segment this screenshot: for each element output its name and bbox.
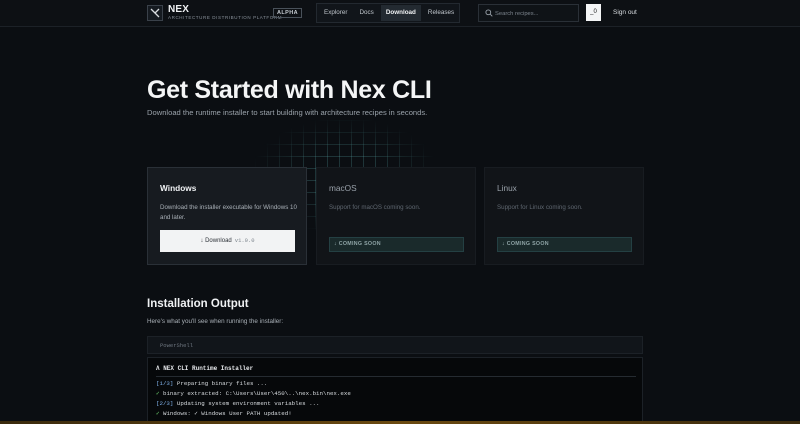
terminal-line: ✓ binary extracted: C:\Users\User\450\..… — [156, 390, 351, 397]
terminal-header: Λ NEX CLI Runtime Installer — [156, 365, 254, 372]
card-description: Download the installer executable for Wi… — [160, 204, 297, 221]
nav-explorer[interactable]: Explorer — [319, 5, 352, 21]
terminal-tab-bar: PowerShell — [147, 336, 643, 354]
sign-out-link[interactable]: Sign out — [613, 9, 637, 16]
terminal-output: Λ NEX CLI Runtime Installer [1/3] Prepar… — [147, 357, 643, 424]
nav-download[interactable]: Download — [380, 5, 421, 21]
search-icon — [485, 9, 493, 17]
card-description: Support for macOS coming soon. — [329, 204, 421, 211]
download-windows-button[interactable]: ↓ Download v1.0.0 — [160, 230, 295, 252]
page-subtitle: Download the runtime installer to start … — [147, 108, 428, 117]
main-nav: Explorer Docs Download Releases — [316, 3, 460, 23]
download-button-label: ↓ Download — [200, 238, 232, 244]
terminal-line: [1/3] Preparing binary files ... — [156, 380, 268, 387]
nav-releases[interactable]: Releases — [423, 5, 459, 21]
top-bar: NEX ARCHITECTURE DISTRIBUTION PLATFORM A… — [0, 0, 800, 27]
page-title: Get Started with Nex CLI — [147, 76, 432, 104]
coming-soon-macos-button: ↓ COMING SOON — [329, 237, 464, 252]
search-input[interactable] — [495, 7, 575, 20]
installation-title: Installation Output — [147, 298, 249, 310]
card-title: macOS — [329, 183, 357, 193]
card-title: Linux — [497, 183, 517, 193]
shell-label: PowerShell — [160, 342, 194, 349]
brand-name[interactable]: NEX — [168, 4, 189, 15]
nex-logo-icon[interactable] — [147, 5, 163, 21]
brand-subtitle: ARCHITECTURE DISTRIBUTION PLATFORM — [168, 15, 283, 20]
nav-docs[interactable]: Docs — [354, 5, 378, 21]
avatar[interactable]: _0 — [586, 4, 601, 21]
platform-card-macos: macOS Support for macOS coming soon. ↓ C… — [316, 167, 476, 265]
search-box[interactable] — [478, 4, 579, 22]
coming-soon-linux-button: ↓ COMING SOON — [497, 237, 632, 252]
version-label: v1.0.0 — [234, 237, 255, 244]
installation-subtitle: Here's what you'll see when running the … — [147, 318, 284, 325]
terminal-line: [2/3] Updating system environment variab… — [156, 400, 320, 407]
terminal-divider — [156, 376, 636, 377]
platform-card-linux: Linux Support for Linux coming soon. ↓ C… — [484, 167, 644, 265]
platform-card-windows: Windows Download the installer executabl… — [147, 167, 307, 265]
card-description: Support for Linux coming soon. — [497, 204, 583, 211]
terminal-line: ✓ Windows: ✓ Windows User PATH updated! — [156, 410, 292, 417]
alpha-badge: ALPHA — [273, 8, 302, 18]
card-title: Windows — [160, 183, 197, 193]
